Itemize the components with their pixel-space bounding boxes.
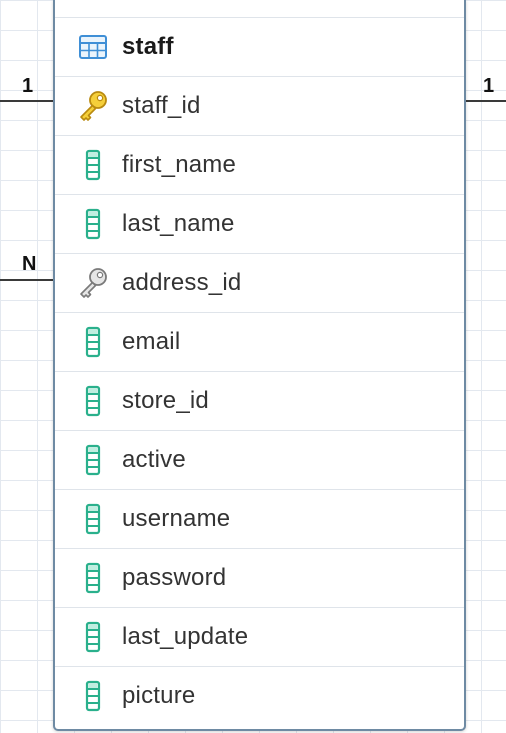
relationship-line-left-bottom: [0, 279, 54, 281]
entity-header[interactable]: staff: [55, 17, 464, 76]
column-row-active[interactable]: active: [55, 430, 464, 489]
column-row-store-id[interactable]: store_id: [55, 371, 464, 430]
column-row-last-name[interactable]: last_name: [55, 194, 464, 253]
column-icon: [76, 384, 110, 418]
primary-key-icon: [76, 89, 110, 123]
entity-rows: staff staff_id first_name last_nameaddress…: [55, 17, 464, 724]
column-name: picture: [122, 681, 196, 709]
entity-table-staff[interactable]: staff staff_id first_name last_nameaddress…: [53, 0, 466, 731]
column-list: staff_id first_name last_name address_idema…: [55, 76, 464, 724]
cardinality-label-left-bottom: N: [22, 253, 37, 275]
column-name: username: [122, 505, 231, 532]
column-row-address-id[interactable]: address_id: [55, 253, 464, 312]
column-row-first-name[interactable]: first_name: [55, 135, 464, 194]
column-icon: [76, 148, 110, 182]
entity-title: staff: [122, 33, 174, 60]
column-icon: [76, 679, 110, 713]
cardinality-label-right-top: 1: [483, 75, 495, 97]
column-icon: [76, 620, 110, 654]
column-icon: [76, 325, 110, 359]
column-name: store_id: [122, 387, 209, 414]
column-icon: [76, 443, 110, 477]
relationship-line-left-top: [0, 100, 54, 102]
column-name: last_update: [122, 623, 249, 650]
column-row-username[interactable]: username: [55, 489, 464, 548]
column-row-picture[interactable]: picture: [55, 666, 464, 724]
column-row-password[interactable]: password: [55, 548, 464, 607]
column-name: last_name: [122, 210, 235, 237]
column-name: address_id: [122, 269, 242, 296]
column-name: staff_id: [122, 92, 201, 119]
column-name: password: [122, 564, 227, 591]
column-row-staff-id[interactable]: staff_id: [55, 76, 464, 135]
column-icon: [76, 207, 110, 241]
column-name: first_name: [122, 151, 237, 178]
entity-table-top-strip: [55, 0, 464, 17]
column-name: email: [122, 328, 181, 355]
column-row-email[interactable]: email: [55, 312, 464, 371]
column-icon: [76, 561, 110, 595]
relationship-line-right-top: [466, 100, 506, 102]
column-row-last-update[interactable]: last_update: [55, 607, 464, 666]
column-name: active: [122, 446, 186, 473]
table-grid-icon: [76, 30, 110, 64]
foreign-key-icon: [76, 266, 110, 300]
cardinality-label-left-top: 1: [22, 75, 34, 97]
column-icon: [76, 502, 110, 536]
